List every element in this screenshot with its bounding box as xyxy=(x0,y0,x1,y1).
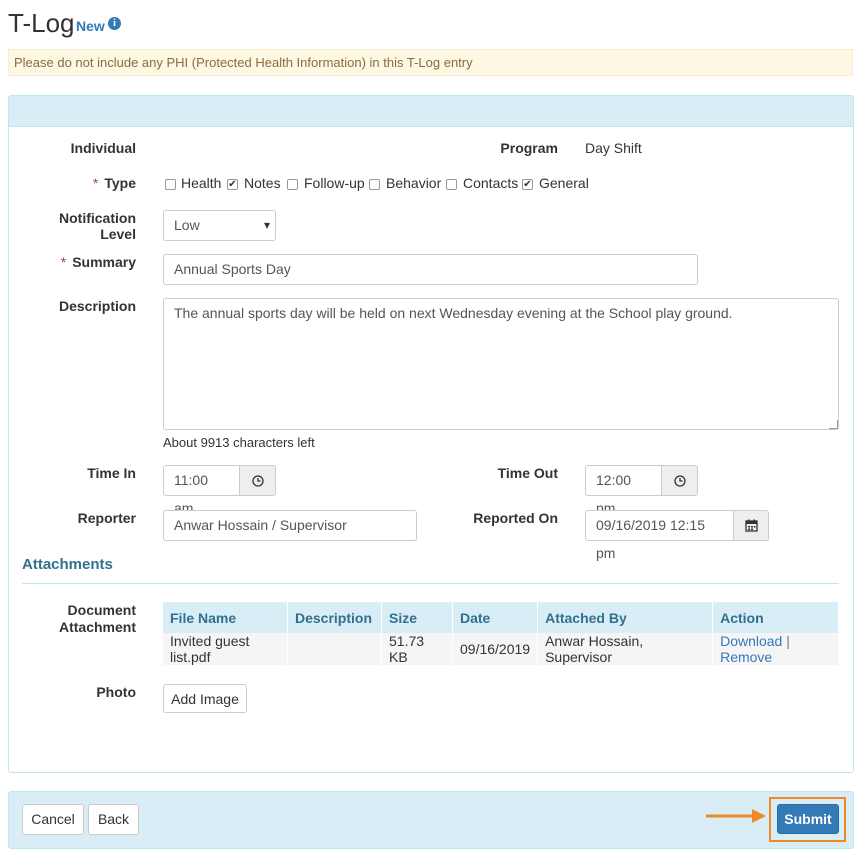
cancel-button[interactable]: Cancel xyxy=(22,804,84,835)
description-textarea[interactable]: The annual sports day will be held on ne… xyxy=(163,298,839,430)
type-label: * Type xyxy=(92,175,136,191)
summary-label: * Summary xyxy=(60,254,136,270)
type-contacts-label: Contacts xyxy=(463,175,519,191)
column-header[interactable]: Description xyxy=(287,602,382,633)
file-name-cell: Invited guest list.pdf xyxy=(163,633,288,665)
arrow-right-icon xyxy=(706,809,766,823)
resize-handle-icon[interactable] xyxy=(829,420,838,429)
type-health-checkbox[interactable] xyxy=(165,179,176,190)
type-follow-up-label: Follow-up xyxy=(304,175,365,191)
type-notes-label: Notes xyxy=(244,175,281,191)
type-notes-checkbox[interactable]: ✔ xyxy=(227,179,238,190)
description-cell xyxy=(287,633,382,665)
program-value: Day Shift xyxy=(585,140,642,156)
time-out-clock-button[interactable] xyxy=(661,465,698,496)
page-title: T-Log xyxy=(8,8,75,38)
required-mark: * xyxy=(92,175,99,191)
type-behavior-checkbox[interactable] xyxy=(369,179,380,190)
remove-link[interactable]: Remove xyxy=(720,649,772,665)
table-header-row: File Name Description Size Date Attached… xyxy=(163,602,839,633)
action-separator: | xyxy=(786,633,790,649)
reporter-input[interactable]: Anwar Hossain / Supervisor xyxy=(163,510,417,541)
time-out-input[interactable]: 12:00 pm xyxy=(585,465,662,516)
type-health-label: Health xyxy=(181,175,222,191)
attachments-table: File Name Description Size Date Attached… xyxy=(163,602,839,665)
chevron-down-icon: ▾ xyxy=(263,218,270,232)
type-contacts-checkbox[interactable] xyxy=(446,179,457,190)
reporter-label: Reporter xyxy=(77,510,136,526)
time-out-label: Time Out xyxy=(497,465,558,481)
column-header[interactable]: File Name xyxy=(163,602,288,633)
status-badge: New xyxy=(76,18,105,34)
panel-heading xyxy=(9,96,853,127)
characters-left: About 9913 characters left xyxy=(163,435,315,450)
download-link[interactable]: Download xyxy=(720,633,782,649)
info-circle-icon[interactable]: i xyxy=(108,17,121,30)
individual-label: Individual xyxy=(70,140,136,156)
time-in-label: Time In xyxy=(87,465,136,481)
reported-on-input[interactable]: 09/16/2019 12:15 pm xyxy=(585,510,734,561)
date-cell: 09/16/2019 xyxy=(452,633,539,665)
time-in-input[interactable]: 11:00 am xyxy=(163,465,240,516)
notification-level-select[interactable]: Low ▾ xyxy=(163,210,276,241)
action-cell: Download | Remove xyxy=(712,633,839,665)
type-general-checkbox[interactable]: ✔ xyxy=(522,179,533,190)
description-label: Description xyxy=(58,298,136,314)
check-icon: ✔ xyxy=(523,179,532,190)
program-label: Program xyxy=(500,140,558,156)
back-button[interactable]: Back xyxy=(88,804,139,835)
type-general-label: General xyxy=(539,175,589,191)
clock-icon xyxy=(674,475,686,487)
column-header[interactable]: Size xyxy=(381,602,453,633)
table-row: Invited guest list.pdf 51.73 KB 09/16/20… xyxy=(163,633,839,665)
clock-icon xyxy=(252,475,264,487)
time-in-clock-button[interactable] xyxy=(239,465,276,496)
check-icon: ✔ xyxy=(228,179,237,190)
type-behavior-label: Behavior xyxy=(386,175,442,191)
divider xyxy=(22,583,839,584)
document-attachment-label: Document Attachment xyxy=(58,602,136,635)
calendar-icon xyxy=(745,519,758,532)
photo-label: Photo xyxy=(96,684,136,700)
column-header: Action xyxy=(712,602,839,633)
column-header[interactable]: Attached By xyxy=(537,602,714,633)
column-header[interactable]: Date xyxy=(452,602,539,633)
reported-on-calendar-button[interactable] xyxy=(733,510,769,541)
type-follow-up-checkbox[interactable] xyxy=(287,179,298,190)
notification-level-label: Notification Level xyxy=(59,210,136,242)
tlog-form-panel xyxy=(8,95,854,773)
size-cell: 51.73 KB xyxy=(381,633,453,665)
reported-on-label: Reported On xyxy=(473,510,558,526)
submit-button[interactable]: Submit xyxy=(777,804,839,834)
summary-input[interactable]: Annual Sports Day xyxy=(163,254,698,285)
attached-by-cell: Anwar Hossain, Supervisor xyxy=(537,633,714,665)
phi-warning: Please do not include any PHI (Protected… xyxy=(8,49,853,76)
attachments-heading: Attachments xyxy=(22,556,113,573)
add-image-button[interactable]: Add Image xyxy=(163,684,247,713)
